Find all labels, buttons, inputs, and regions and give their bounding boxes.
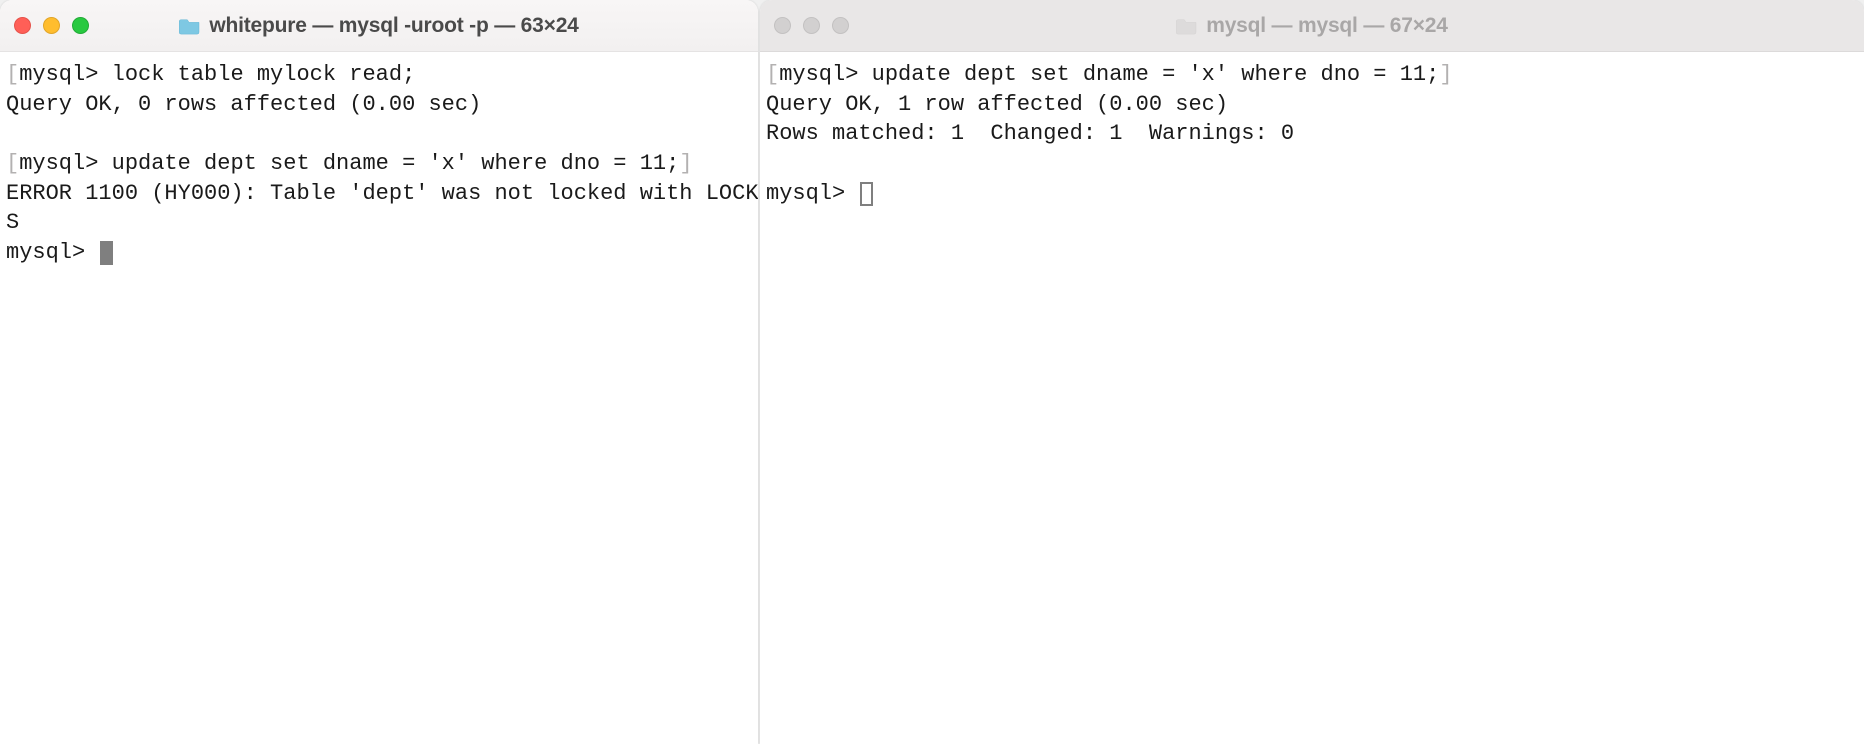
bracket-open: [ — [6, 62, 19, 87]
terminal-window-right: mysql — mysql — 67×24 [mysql> update dep… — [760, 0, 1864, 744]
terminal-window-left: whitepure — mysql -uroot -p — 63×24 [mys… — [0, 0, 758, 744]
terminal-line: mysql> update dept set dname = 'x' where… — [779, 62, 1439, 87]
terminal-line: mysql> update dept set dname = 'x' where… — [19, 151, 679, 176]
title-center-right: mysql — mysql — 67×24 — [760, 14, 1864, 38]
folder-icon — [179, 17, 201, 35]
terminal-body-left[interactable]: [mysql> lock table mylock read; Query OK… — [0, 52, 758, 744]
close-icon[interactable] — [774, 17, 791, 34]
maximize-icon[interactable] — [72, 17, 89, 34]
folder-icon — [1176, 17, 1198, 35]
terminal-line: mysql> lock table mylock read; — [19, 62, 415, 87]
window-title-right: mysql — mysql — 67×24 — [1206, 14, 1448, 38]
minimize-icon[interactable] — [803, 17, 820, 34]
cursor-block-icon — [100, 241, 113, 265]
window-title-left: whitepure — mysql -uroot -p — 63×24 — [209, 14, 578, 38]
terminal-prompt: mysql> — [6, 240, 98, 265]
bracket-close: ] — [1439, 62, 1452, 87]
titlebar-left[interactable]: whitepure — mysql -uroot -p — 63×24 — [0, 0, 758, 52]
cursor-outline-icon — [860, 182, 873, 206]
traffic-lights-right — [774, 17, 849, 34]
terminal-line: Query OK, 1 row affected (0.00 sec) — [766, 92, 1228, 117]
bracket-open: [ — [6, 151, 19, 176]
terminal-line: ERROR 1100 (HY000): Table 'dept' was not… — [6, 181, 758, 206]
terminal-prompt: mysql> — [766, 181, 858, 206]
terminal-body-right[interactable]: [mysql> update dept set dname = 'x' wher… — [760, 52, 1864, 744]
terminal-line: Query OK, 0 rows affected (0.00 sec) — [6, 92, 481, 117]
terminal-line: S — [6, 210, 19, 235]
traffic-lights-left — [14, 17, 89, 34]
titlebar-right[interactable]: mysql — mysql — 67×24 — [760, 0, 1864, 52]
close-icon[interactable] — [14, 17, 31, 34]
bracket-close: ] — [679, 151, 692, 176]
minimize-icon[interactable] — [43, 17, 60, 34]
title-center-left: whitepure — mysql -uroot -p — 63×24 — [0, 14, 758, 38]
bracket-open: [ — [766, 62, 779, 87]
maximize-icon[interactable] — [832, 17, 849, 34]
terminal-line: Rows matched: 1 Changed: 1 Warnings: 0 — [766, 121, 1294, 146]
